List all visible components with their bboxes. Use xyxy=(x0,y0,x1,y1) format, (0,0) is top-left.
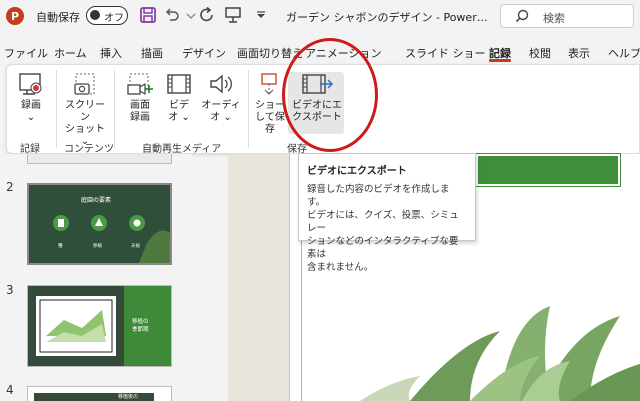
record-button[interactable]: 録画 ⌄ xyxy=(12,72,50,124)
slide-number-3: 3 xyxy=(6,283,14,297)
document-title: ガーデン シャボンのデザイン - Power… xyxy=(286,11,488,24)
save-as-show-label-line1: ショー xyxy=(255,100,285,111)
tab-transitions[interactable]: 画面切り替え xyxy=(237,45,303,61)
screen-recording-label-line2: 録画 xyxy=(130,112,150,123)
thumbnail-2-item-2: 移植 xyxy=(93,244,102,249)
save-as-show-icon xyxy=(261,73,277,95)
thumbnail-3-text: 移植の 季節期 xyxy=(132,319,149,333)
thumbnail-2-item-1: 種 xyxy=(58,244,63,249)
tab-insert[interactable]: 挿入 xyxy=(100,45,122,61)
autosave-toggle-label: オフ xyxy=(104,13,124,24)
video-label-line2: オ ⌄ xyxy=(168,112,190,123)
slide-thumbnail-2[interactable]: 庭園の要素 種 移植 天候 xyxy=(27,183,172,265)
tooltip-title: ビデオにエクスポート xyxy=(307,166,407,177)
toggle-knob xyxy=(90,10,100,20)
audio-label-line2: オ ⌄ xyxy=(210,112,232,123)
tab-animations[interactable]: アニメーション xyxy=(305,45,382,61)
tab-home[interactable]: ホーム xyxy=(54,45,87,61)
ribbon-separator xyxy=(248,70,249,148)
slide-green-textbox[interactable] xyxy=(475,153,621,187)
export-video-icon xyxy=(302,74,334,94)
search-placeholder: 検索 xyxy=(543,12,565,25)
ribbon-separator xyxy=(114,70,115,148)
audio-label-line1: オーディ xyxy=(201,100,241,111)
thumbnail-4-text: 移植後の xyxy=(118,394,139,400)
screen-recording-icon xyxy=(127,73,153,96)
export-video-label-line2: クスポート xyxy=(292,112,342,123)
screen-recording-label-line1: 画面 xyxy=(130,100,150,111)
undo-icon[interactable] xyxy=(163,6,181,24)
search-input[interactable]: 検索 xyxy=(500,4,634,28)
tab-draw[interactable]: 描画 xyxy=(141,45,163,61)
screenshot-button[interactable]: スクリーン ショット ⌄ xyxy=(62,72,108,148)
tab-view[interactable]: 表示 xyxy=(568,45,590,61)
record-icon xyxy=(19,73,42,95)
active-tab-indicator xyxy=(489,59,511,62)
powerpoint-logo-icon: P xyxy=(6,7,24,25)
video-film-icon xyxy=(167,74,191,94)
customize-toolbar-icon[interactable] xyxy=(252,6,270,24)
slide-thumbnail-3[interactable]: 移植の 季節期 xyxy=(27,285,172,367)
save-as-show-label-line2: して保存 xyxy=(255,112,285,135)
ribbon-tabs: ファイル ホーム 挿入 描画 デザイン 画面切り替え アニメーション スライド … xyxy=(0,40,640,62)
tab-design[interactable]: デザイン xyxy=(182,45,226,61)
record-chevron-icon: ⌄ xyxy=(26,112,36,123)
slide-number-2: 2 xyxy=(6,180,14,194)
screen-recording-button[interactable]: 画面 録画 xyxy=(120,72,160,124)
tooltip-line-4: 含まれません。 xyxy=(307,262,374,273)
export-video-label-line1: ビデオにエ xyxy=(292,100,342,111)
save-as-show-button[interactable]: ショー して保存 xyxy=(252,72,288,136)
title-bar: P 自動保存 オフ ガーデン シャボンのデザイン - Power… 検索 xyxy=(0,0,640,34)
group-label-content: コンテンツ xyxy=(64,144,114,155)
thumbnail-2-icons xyxy=(53,215,170,263)
tab-slideshow[interactable]: スライド ショー xyxy=(405,45,486,61)
tab-file[interactable]: ファイル xyxy=(4,45,48,61)
autosave-label: 自動保存 xyxy=(36,11,80,24)
ribbon-separator xyxy=(56,70,57,148)
audio-button[interactable]: オーディ オ ⌄ xyxy=(200,72,242,124)
export-video-button[interactable]: ビデオにエ クスポート xyxy=(290,72,344,124)
group-label-automedia: 自動再生メディア xyxy=(142,144,222,155)
group-label-record: 記録 xyxy=(20,144,40,155)
video-chevron-icon: ⌄ xyxy=(181,112,190,123)
tooltip-line-3: ションなどのインタラクティブな要素は xyxy=(307,236,459,260)
search-icon xyxy=(515,9,529,23)
record-label: 録画 xyxy=(21,100,41,111)
autosave-toggle[interactable]: オフ xyxy=(86,6,128,25)
save-icon[interactable] xyxy=(139,6,157,24)
tooltip-line-2: ビデオには、クイズ、投票、シミュレー xyxy=(307,210,459,234)
screenshot-label-line1: スクリーン xyxy=(65,100,105,123)
screenshot-icon xyxy=(74,73,95,95)
thumbnail-3-chart xyxy=(36,296,116,356)
export-video-tooltip: ビデオにエクスポート 録音した内容のビデオを作成します。 ビデオには、クイズ、投… xyxy=(298,153,476,273)
slide-number-4: 4 xyxy=(6,383,14,397)
slide-thumbnail-4[interactable]: 移植後の xyxy=(27,386,172,401)
speaker-icon xyxy=(210,74,232,94)
thumbnail-2-item-3: 天候 xyxy=(131,244,140,249)
video-label-line1: ビデ xyxy=(169,100,189,111)
tab-help[interactable]: ヘルプ xyxy=(608,45,640,61)
audio-chevron-icon: ⌄ xyxy=(223,112,232,123)
present-from-start-icon[interactable] xyxy=(224,6,242,24)
redo-icon[interactable] xyxy=(198,6,216,24)
tab-review[interactable]: 校閲 xyxy=(529,45,551,61)
tooltip-line-1: 録音した内容のビデオを作成します。 xyxy=(307,184,450,208)
video-button[interactable]: ビデ オ ⌄ xyxy=(162,72,196,124)
slide-thumbnail-1[interactable] xyxy=(27,154,172,164)
